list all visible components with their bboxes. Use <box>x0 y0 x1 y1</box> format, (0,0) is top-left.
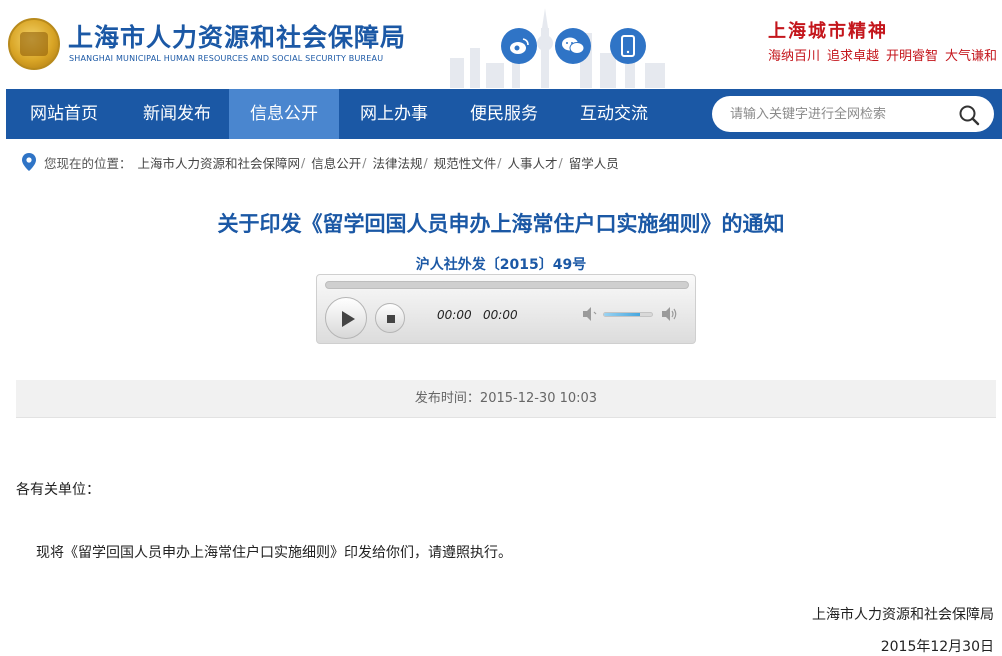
nav-item-home[interactable]: 网站首页 <box>6 89 122 139</box>
search-icon[interactable] <box>958 104 980 126</box>
weibo-icon[interactable] <box>501 28 537 64</box>
nav-item-interaction[interactable]: 互动交流 <box>559 89 669 139</box>
breadcrumb-item[interactable]: 规范性文件 <box>434 153 497 172</box>
slogan-item: 大气谦和 <box>945 49 998 64</box>
volume-level-fill <box>604 313 640 316</box>
breadcrumb-item[interactable]: 人事人才 <box>507 153 557 172</box>
breadcrumb-item[interactable]: 信息公开 <box>311 153 361 172</box>
play-button[interactable] <box>325 297 367 339</box>
play-icon <box>342 311 355 327</box>
article-title: 关于印发《留学回国人员申办上海常住户口实施细则》的通知 <box>217 212 785 236</box>
slogan-item: 追求卓越 <box>827 49 880 64</box>
article-paragraph: 现将《留学回国人员申办上海常住户口实施细则》印发给你们，请遵照执行。 <box>36 545 512 561</box>
audio-player: 00:00 00:00 <box>316 274 696 344</box>
slogan-item: 海纳百川 <box>768 49 821 64</box>
nav-item-convenience[interactable]: 便民服务 <box>449 89 559 139</box>
breadcrumb-separator: / <box>423 154 428 170</box>
current-time: 00:00 <box>437 308 472 322</box>
document-number: 沪人社外发〔2015〕49号 <box>415 257 587 273</box>
volume-slider[interactable] <box>603 312 653 317</box>
breadcrumb-separator: / <box>497 154 502 170</box>
mobile-icon[interactable] <box>610 28 646 64</box>
signature-organization: 上海市人力资源和社会保障局 <box>812 607 994 623</box>
search-input[interactable] <box>730 104 950 124</box>
breadcrumb-item[interactable]: 法律法规 <box>372 153 422 172</box>
nav-item-news[interactable]: 新闻发布 <box>122 89 232 139</box>
breadcrumb-label: 您现在的位置： <box>44 155 132 171</box>
publish-time: 发布时间：2015-12-30 10:03 <box>16 380 996 418</box>
bureau-emblem-logo[interactable] <box>8 18 60 70</box>
site-subtitle: SHANGHAI MUNICIPAL HUMAN RESOURCES AND S… <box>69 54 384 63</box>
salutation: 各有关单位： <box>16 482 100 498</box>
nav-item-info-disclosure[interactable]: 信息公开 <box>229 89 339 139</box>
duration-time: 00:00 <box>483 308 518 322</box>
breadcrumb: 您现在的位置： 上海市人力资源和社会保障网 / 信息公开 / 法律法规 / 规范性文件… <box>22 152 619 172</box>
wechat-icon[interactable] <box>555 28 591 64</box>
breadcrumb-separator: / <box>362 154 367 170</box>
stop-icon <box>387 315 395 323</box>
breadcrumb-separator: / <box>558 154 563 170</box>
city-spirit-title: 上海城市精神 <box>768 21 888 42</box>
nav-item-online-services[interactable]: 网上办事 <box>339 89 449 139</box>
stop-button[interactable] <box>375 303 405 333</box>
mute-icon[interactable] <box>581 306 599 322</box>
breadcrumb-item[interactable]: 留学人员 <box>569 153 619 172</box>
site-title[interactable]: 上海市人力资源和社会保障局 <box>68 18 406 54</box>
location-pin-icon <box>22 153 36 171</box>
audio-progress-bar[interactable] <box>325 281 689 289</box>
slogan-item: 开明睿智 <box>886 49 939 64</box>
breadcrumb-item[interactable]: 上海市人力资源和社会保障网 <box>138 153 301 172</box>
breadcrumb-separator: / <box>301 154 306 170</box>
search-box <box>712 96 994 132</box>
site-header: 上海市人力资源和社会保障局 SHANGHAI MUNICIPAL HUMAN R… <box>0 0 1002 89</box>
signature-date: 2015年12月30日 <box>880 639 994 655</box>
volume-max-icon[interactable] <box>661 306 679 322</box>
city-spirit-slogans: 海纳百川 追求卓越 开明睿智 大气谦和 <box>768 45 1002 64</box>
